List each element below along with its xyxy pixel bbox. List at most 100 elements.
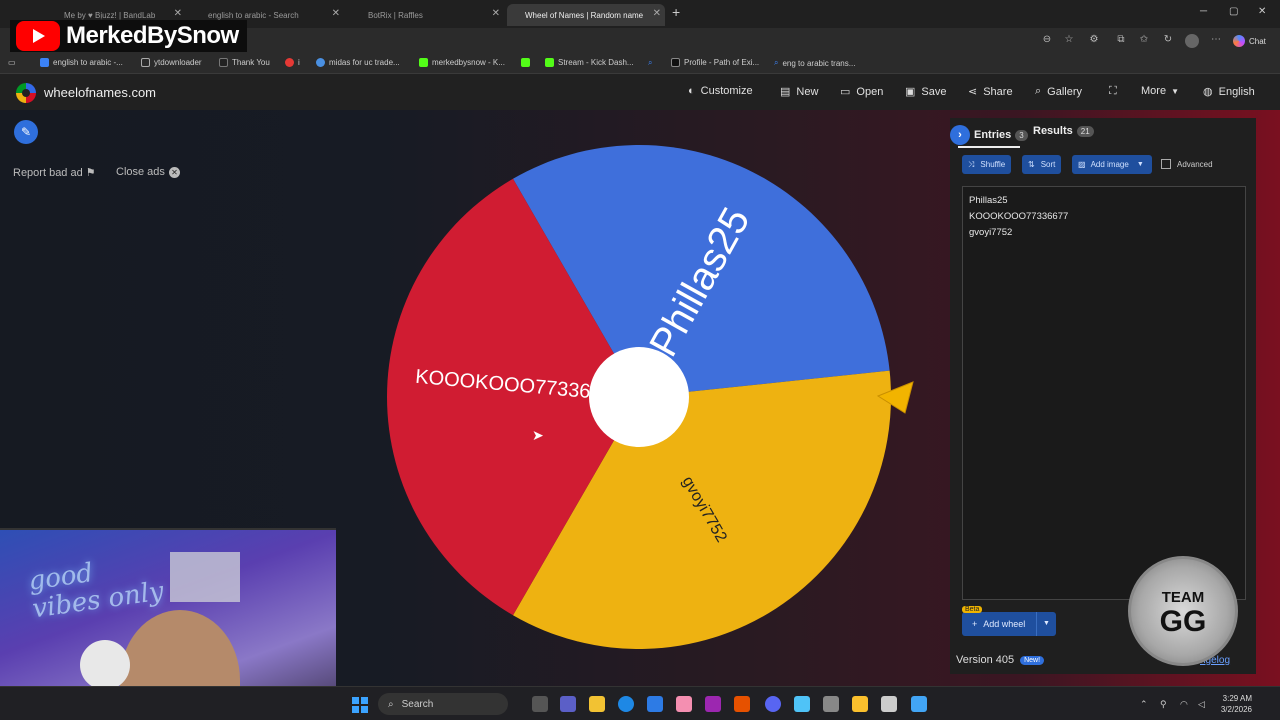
tab-entries[interactable]: › Entries 3 bbox=[950, 125, 1028, 145]
close-tab-icon[interactable]: ✕ bbox=[332, 8, 340, 19]
site-header: wheelofnames.com ◐ Customize ▤ New ▭ Open ▣… bbox=[0, 74, 1280, 110]
report-bad-ad-link[interactable]: Report bad ad ⚑ bbox=[13, 166, 96, 179]
shuffle-label: Shuffle bbox=[980, 160, 1006, 169]
neon-sign: good vibes only bbox=[26, 558, 166, 625]
tab-results[interactable]: Results 21 bbox=[1033, 125, 1094, 137]
extensions-icon[interactable]: ⚙ bbox=[1087, 34, 1101, 48]
wifi-icon[interactable]: ◠ bbox=[1180, 699, 1188, 710]
photos-icon[interactable] bbox=[794, 696, 810, 712]
site-name[interactable]: wheelofnames.com bbox=[44, 85, 156, 100]
tab-title: english to arabic - Search bbox=[208, 10, 299, 20]
sort-button[interactable]: ⇅ Sort bbox=[1022, 155, 1062, 174]
bookmark-item[interactable] bbox=[521, 58, 534, 67]
fullscreen-button[interactable]: ⛶ bbox=[1109, 85, 1123, 98]
discord-icon[interactable] bbox=[765, 696, 781, 712]
advanced-checkbox[interactable] bbox=[1161, 159, 1171, 169]
settings-icon[interactable] bbox=[823, 696, 839, 712]
app-icon[interactable] bbox=[852, 696, 868, 712]
gallery-label: Gallery bbox=[1047, 85, 1083, 98]
favorite-star-icon[interactable]: ☆ bbox=[1062, 34, 1076, 48]
new-button[interactable]: ▤ New bbox=[780, 85, 818, 99]
favorites-icon[interactable]: ✩ bbox=[1137, 34, 1151, 48]
chat-label: Chat bbox=[1249, 36, 1266, 46]
file-explorer-icon[interactable] bbox=[589, 696, 605, 712]
tray-app-icon[interactable]: ⚲ bbox=[1160, 699, 1167, 710]
palette-icon: ◐ bbox=[688, 85, 695, 97]
copilot-chat-button[interactable]: Chat bbox=[1233, 34, 1273, 48]
store-icon[interactable] bbox=[647, 696, 663, 712]
volume-icon[interactable]: ◁ bbox=[1198, 699, 1205, 710]
bookmarks-toggle-icon[interactable]: ▭ bbox=[8, 58, 16, 67]
minimize-icon[interactable]: ─ bbox=[1200, 6, 1207, 17]
app-icon[interactable] bbox=[881, 696, 897, 712]
save-label: Save bbox=[921, 85, 947, 98]
notepad-icon[interactable] bbox=[911, 696, 927, 712]
add-image-button[interactable]: ▨ Add image ▼ bbox=[1072, 155, 1152, 174]
search-icon: ⌕ bbox=[388, 698, 394, 710]
bookmark-item[interactable]: ⌕ eng to arabic trans... bbox=[774, 58, 855, 68]
app-icon[interactable] bbox=[734, 696, 750, 712]
shuffle-button[interactable]: ⤨ Shuffle bbox=[962, 155, 1012, 174]
new-tab-icon[interactable]: + bbox=[672, 4, 680, 20]
reader-icon[interactable]: ⊖ bbox=[1040, 34, 1054, 48]
language-button[interactable]: ◍ English bbox=[1203, 85, 1255, 99]
bookmark-item[interactable]: ⌕ bbox=[648, 58, 652, 68]
teams-icon[interactable] bbox=[560, 696, 576, 712]
spinning-wheel[interactable]: Phillas25gvoyi7752KOOOKOOO77336677 bbox=[380, 140, 900, 660]
browser-tab[interactable]: BotRix | Raffles ✕ bbox=[350, 4, 504, 26]
caret-down-icon: ▼ bbox=[1171, 86, 1179, 96]
gg-label: GG bbox=[1159, 605, 1207, 638]
bookmark-item[interactable]: ytdownloader bbox=[141, 58, 202, 67]
task-view-icon[interactable] bbox=[532, 696, 548, 712]
windows-start-icon[interactable] bbox=[352, 697, 368, 713]
copilot-icon[interactable] bbox=[705, 696, 721, 712]
close-window-icon[interactable]: ✕ bbox=[1258, 6, 1266, 17]
bookmark-item[interactable]: english to arabic -... bbox=[40, 58, 123, 67]
system-clock[interactable]: 3:29 AM 3/2/2026 bbox=[1218, 693, 1252, 715]
entries-textarea[interactable]: Phillas25 KOOOKOOO77336677 gvoyi7752 bbox=[962, 186, 1246, 600]
bookmark-favicon-icon bbox=[40, 58, 49, 67]
bookmark-item[interactable]: midas for uc trade... bbox=[316, 58, 400, 67]
history-icon[interactable]: ↻ bbox=[1161, 34, 1175, 48]
collapse-chevron-icon[interactable]: › bbox=[950, 125, 970, 145]
bookmark-item[interactable]: Thank You bbox=[219, 58, 270, 67]
close-ads-link[interactable]: Close ads ✕ bbox=[116, 166, 180, 178]
caret-down-icon[interactable]: ▼ bbox=[1036, 612, 1056, 636]
gallery-button[interactable]: ⌕ Gallery bbox=[1035, 85, 1082, 98]
add-wheel-button[interactable]: + Add wheel ▼ bbox=[962, 612, 1056, 636]
app-icon[interactable] bbox=[676, 696, 692, 712]
maximize-icon[interactable]: ▢ bbox=[1229, 6, 1238, 17]
browser-tab-active[interactable]: Wheel of Names | Random name ✕ bbox=[507, 4, 665, 26]
taskbar-search[interactable]: ⌕ Search bbox=[378, 693, 508, 715]
folder-icon bbox=[141, 58, 150, 67]
close-tab-icon[interactable]: ✕ bbox=[174, 8, 182, 19]
open-button[interactable]: ▭ Open bbox=[840, 85, 883, 99]
tray-chevron-icon[interactable]: ⌃ bbox=[1140, 699, 1148, 710]
save-button[interactable]: ▣ Save bbox=[905, 85, 947, 99]
wheel-logo-icon[interactable] bbox=[16, 83, 36, 103]
entries-count-badge: 3 bbox=[1015, 129, 1028, 141]
bookmark-item[interactable]: merkedbysnow - K... bbox=[419, 58, 505, 67]
entries-tab-label: Entries bbox=[974, 129, 1012, 141]
bookmark-item[interactable]: Profile - Path of Exi... bbox=[671, 58, 759, 67]
wheel-center-hub[interactable] bbox=[589, 347, 689, 447]
close-tab-icon[interactable]: ✕ bbox=[492, 8, 500, 19]
tab-title: Wheel of Names | Random name bbox=[525, 10, 644, 20]
team-label: TEAM bbox=[1161, 589, 1205, 606]
edge-icon[interactable] bbox=[618, 696, 634, 712]
bookmark-item[interactable]: Stream - Kick Dash... bbox=[545, 58, 634, 67]
split-screen-icon[interactable]: ⧉ bbox=[1114, 34, 1128, 48]
file-icon: ▤ bbox=[780, 86, 791, 98]
profile-avatar-icon[interactable] bbox=[1185, 34, 1199, 48]
globe-icon: ◍ bbox=[1203, 86, 1213, 98]
close-tab-icon[interactable]: ✕ bbox=[653, 8, 661, 19]
bookmark-label: english to arabic -... bbox=[53, 58, 123, 67]
taskbar: ⌕ Search ⌃ ⚲ ◠ ◁ 3:29 AM 3/2/2026 bbox=[0, 686, 1280, 720]
customize-button[interactable]: ◐ Customize bbox=[688, 85, 753, 97]
more-options-icon[interactable]: ⋯ bbox=[1209, 34, 1223, 48]
advanced-toggle[interactable]: Advanced bbox=[1161, 159, 1213, 169]
bookmark-item[interactable]: i bbox=[285, 58, 300, 67]
more-button[interactable]: More ▼ bbox=[1141, 85, 1179, 97]
edit-pencil-button[interactable]: ✎ bbox=[14, 120, 38, 144]
share-button[interactable]: ⋖ Share bbox=[968, 85, 1013, 99]
